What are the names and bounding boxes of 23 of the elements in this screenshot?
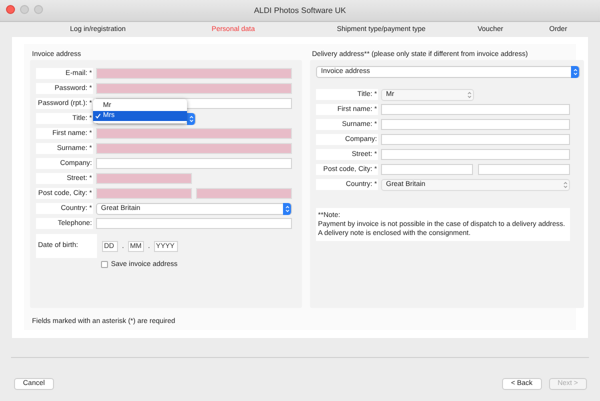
- input-field[interactable]: [96, 218, 292, 229]
- input-field[interactable]: [381, 119, 570, 130]
- input-field[interactable]: [196, 188, 292, 199]
- input-field[interactable]: [381, 149, 570, 160]
- checkmark-icon: [95, 112, 101, 118]
- input-field[interactable]: [381, 164, 473, 175]
- minimize-icon[interactable]: [20, 5, 29, 14]
- input-field[interactable]: [96, 83, 292, 94]
- input-field[interactable]: [96, 143, 292, 154]
- close-icon[interactable]: [6, 5, 15, 14]
- window-title: ALDI Photos Software UK: [254, 6, 346, 15]
- input-field[interactable]: [96, 188, 192, 199]
- maximize-icon[interactable]: [34, 5, 43, 14]
- stepper-icon: [283, 202, 291, 214]
- input-field[interactable]: [96, 158, 292, 169]
- input-field[interactable]: [381, 104, 570, 115]
- stepper-icon: [571, 66, 579, 78]
- input-field[interactable]: [478, 164, 570, 175]
- checkbox[interactable]: [101, 261, 108, 268]
- input-field[interactable]: [96, 128, 292, 139]
- input-field[interactable]: [96, 68, 292, 79]
- input-field[interactable]: [96, 173, 192, 184]
- input-field[interactable]: [381, 134, 570, 145]
